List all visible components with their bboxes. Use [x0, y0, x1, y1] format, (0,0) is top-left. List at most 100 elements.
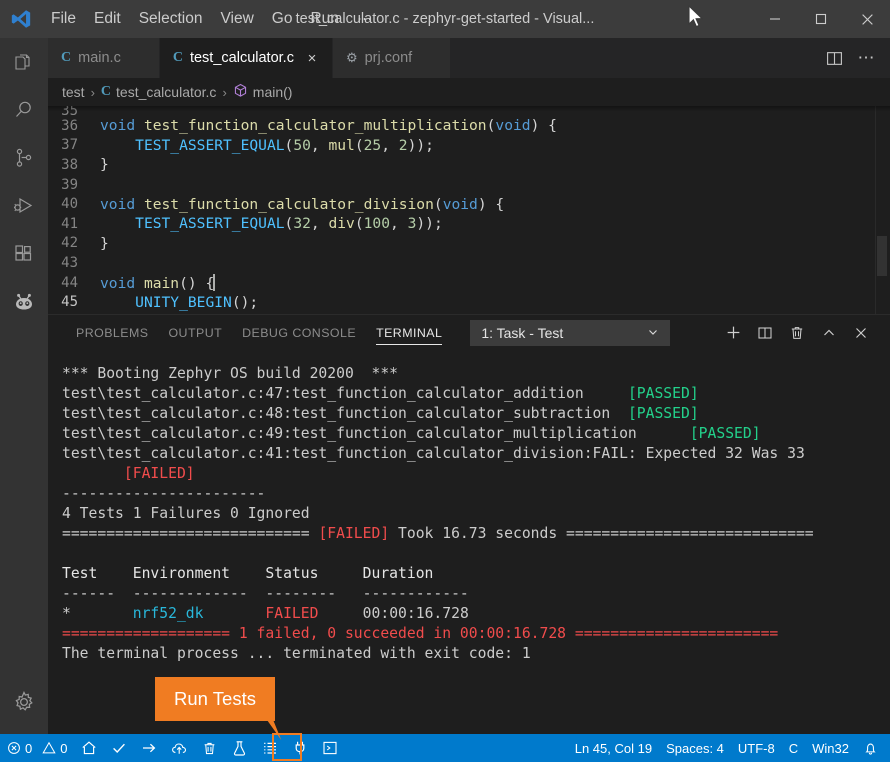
- check-icon: [111, 740, 127, 756]
- code-line[interactable]: 43: [48, 253, 890, 273]
- tab-terminal[interactable]: TERMINAL: [366, 315, 452, 350]
- code-line[interactable]: 42}: [48, 234, 890, 254]
- chevron-up-icon[interactable]: [814, 318, 844, 348]
- code-line[interactable]: 39: [48, 175, 890, 195]
- menu-file[interactable]: File: [42, 6, 85, 32]
- terminal-line: test\test_calculator.c:47:test_function_…: [62, 385, 699, 402]
- menu-edit[interactable]: Edit: [85, 6, 130, 32]
- status-cursor-position[interactable]: Ln 45, Col 19: [568, 734, 659, 762]
- run-tests-callout: Run Tests: [155, 677, 275, 721]
- status-pio-build[interactable]: [104, 734, 134, 762]
- error-count: 0: [25, 740, 33, 756]
- terminal-selector-label: 1: Task - Test: [481, 324, 564, 341]
- code-line[interactable]: 36 void test_function_calculator_multipli…: [48, 116, 890, 136]
- sidebar-item-platformio[interactable]: [0, 278, 48, 326]
- code-line[interactable]: 44 void main() {: [48, 273, 890, 293]
- terminal-selector-dropdown[interactable]: 1: Task - Test: [470, 319, 671, 346]
- code-line[interactable]: 37 TEST_ASSERT_EQUAL(50, mul(25, 2));: [48, 136, 890, 156]
- code-text: }: [100, 156, 109, 174]
- sidebar-item-manage-settings[interactable]: [0, 678, 48, 726]
- chevron-down-icon: [647, 325, 659, 341]
- c-file-icon: C: [100, 84, 112, 99]
- plus-icon[interactable]: [718, 318, 748, 348]
- status-language-mode[interactable]: C: [782, 734, 805, 762]
- line-number: 36: [61, 117, 78, 134]
- code-line[interactable]: 38}: [48, 155, 890, 175]
- title-bar: File Edit Selection View Go Run ⋯ test_c…: [0, 0, 890, 38]
- code-content[interactable]: 3536void test_function_calculator_multip…: [48, 106, 890, 314]
- minimap: [875, 106, 876, 314]
- editor-group: C main.c × C test_calculator.c × ⚙ prj.c…: [48, 38, 890, 734]
- warning-icon: [42, 741, 56, 755]
- sidebar-item-search[interactable]: [0, 86, 48, 134]
- ellipsis-icon[interactable]: ⋯: [852, 43, 880, 73]
- sidebar-item-run-and-debug[interactable]: [0, 182, 48, 230]
- status-problems[interactable]: 0 0: [0, 734, 74, 762]
- code-text: }: [100, 234, 109, 252]
- status-pio-new-terminal[interactable]: [315, 734, 345, 762]
- maximize-icon[interactable]: [798, 0, 844, 38]
- menu-run[interactable]: Run: [301, 6, 347, 32]
- tab-test-calculator-c[interactable]: C test_calculator.c ×: [159, 38, 333, 78]
- split-editor-icon[interactable]: [820, 43, 848, 73]
- status-pio-upload-ota[interactable]: [164, 734, 195, 762]
- code-line[interactable]: 45 UNITY_BEGIN();: [48, 292, 890, 312]
- status-pio-home[interactable]: [74, 734, 104, 762]
- tab-output[interactable]: OUTPUT: [158, 315, 232, 350]
- status-indentation[interactable]: Spaces: 4: [659, 734, 731, 762]
- status-pio-serial-monitor[interactable]: [285, 734, 315, 762]
- code-line[interactable]: 40 void test_function_calculator_division…: [48, 194, 890, 214]
- split-terminal-icon[interactable]: [750, 318, 780, 348]
- terminal-line: [FAILED]: [123, 465, 195, 482]
- terminal-line: ============================ [FAILED] To…: [62, 525, 814, 542]
- tab-close-icon[interactable]: ×: [305, 50, 319, 67]
- status-encoding[interactable]: UTF-8: [731, 734, 782, 762]
- tab-label: test_calculator.c: [189, 50, 294, 66]
- line-number: 42: [61, 235, 78, 252]
- editor-vertical-scrollbar[interactable]: [877, 236, 887, 276]
- terminal-line: test\test_calculator.c:48:test_function_…: [62, 405, 699, 422]
- terminal-line: 4 Tests 1 Failures 0 Ignored: [62, 505, 310, 522]
- breadcrumb-part-file[interactable]: test_calculator.c: [116, 84, 216, 100]
- line-number: 39: [61, 176, 78, 193]
- symbol-cube-icon: [233, 83, 248, 101]
- code-line[interactable]: 41 TEST_ASSERT_EQUAL(32, div(100, 3));: [48, 214, 890, 234]
- menu-selection[interactable]: Selection: [130, 6, 212, 32]
- close-icon[interactable]: [844, 0, 890, 38]
- status-eol[interactable]: Win32: [805, 734, 856, 762]
- tab-debug-console[interactable]: DEBUG CONSOLE: [232, 315, 366, 350]
- line-number: 45: [61, 294, 78, 311]
- terminal-line: Test Environment Status Duration: [62, 565, 434, 582]
- tab-bar: C main.c × C test_calculator.c × ⚙ prj.c…: [48, 38, 890, 78]
- breadcrumb-part-folder[interactable]: test: [62, 84, 85, 100]
- sidebar-item-extensions[interactable]: [0, 230, 48, 278]
- bottom-panel: PROBLEMS OUTPUT DEBUG CONSOLE TERMINAL 1…: [48, 314, 890, 734]
- home-icon: [81, 740, 97, 756]
- plug-icon: [292, 740, 308, 756]
- status-notifications[interactable]: [856, 734, 890, 762]
- sidebar-item-explorer[interactable]: [0, 38, 48, 86]
- trash-icon[interactable]: [782, 318, 812, 348]
- code-editor[interactable]: 3536void test_function_calculator_multip…: [48, 106, 890, 314]
- menu-more[interactable]: ⋯: [348, 6, 382, 33]
- tab-problems[interactable]: PROBLEMS: [66, 315, 158, 350]
- status-pio-test[interactable]: [224, 734, 255, 762]
- bell-icon: [863, 741, 878, 756]
- menu-go[interactable]: Go: [263, 6, 302, 32]
- tab-prj-conf[interactable]: ⚙ prj.conf ×: [332, 38, 452, 78]
- terminal-line: The terminal process ... terminated with…: [62, 645, 531, 662]
- tab-main-c[interactable]: C main.c ×: [48, 38, 160, 78]
- status-pio-upload[interactable]: [134, 734, 164, 762]
- menu-view[interactable]: View: [211, 6, 262, 32]
- status-pio-clean[interactable]: [195, 734, 224, 762]
- code-line[interactable]: 46: [48, 312, 890, 315]
- breadcrumb: test › C test_calculator.c › main(): [48, 78, 890, 106]
- sidebar-item-source-control[interactable]: [0, 134, 48, 182]
- status-bar-right: Ln 45, Col 19 Spaces: 4 UTF-8 C Win32: [568, 734, 890, 762]
- line-number: 44: [61, 274, 78, 291]
- minimize-icon[interactable]: [752, 0, 798, 38]
- line-number: 37: [61, 137, 78, 154]
- close-icon[interactable]: [846, 318, 876, 348]
- breadcrumb-part-symbol[interactable]: main(): [253, 84, 293, 100]
- status-pio-tasks[interactable]: [255, 734, 285, 762]
